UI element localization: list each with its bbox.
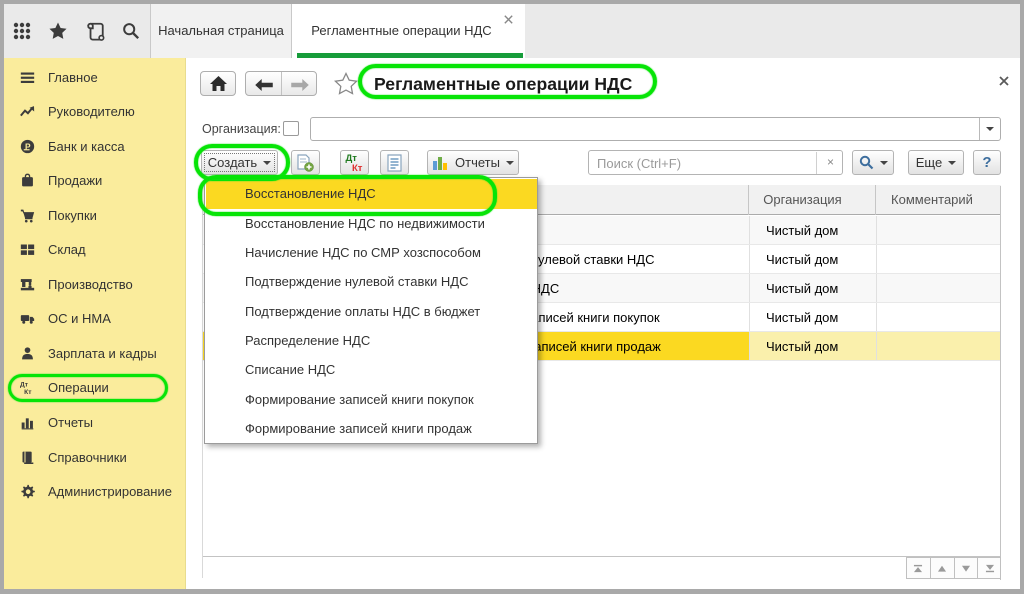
svg-text:Кт: Кт	[352, 163, 363, 173]
